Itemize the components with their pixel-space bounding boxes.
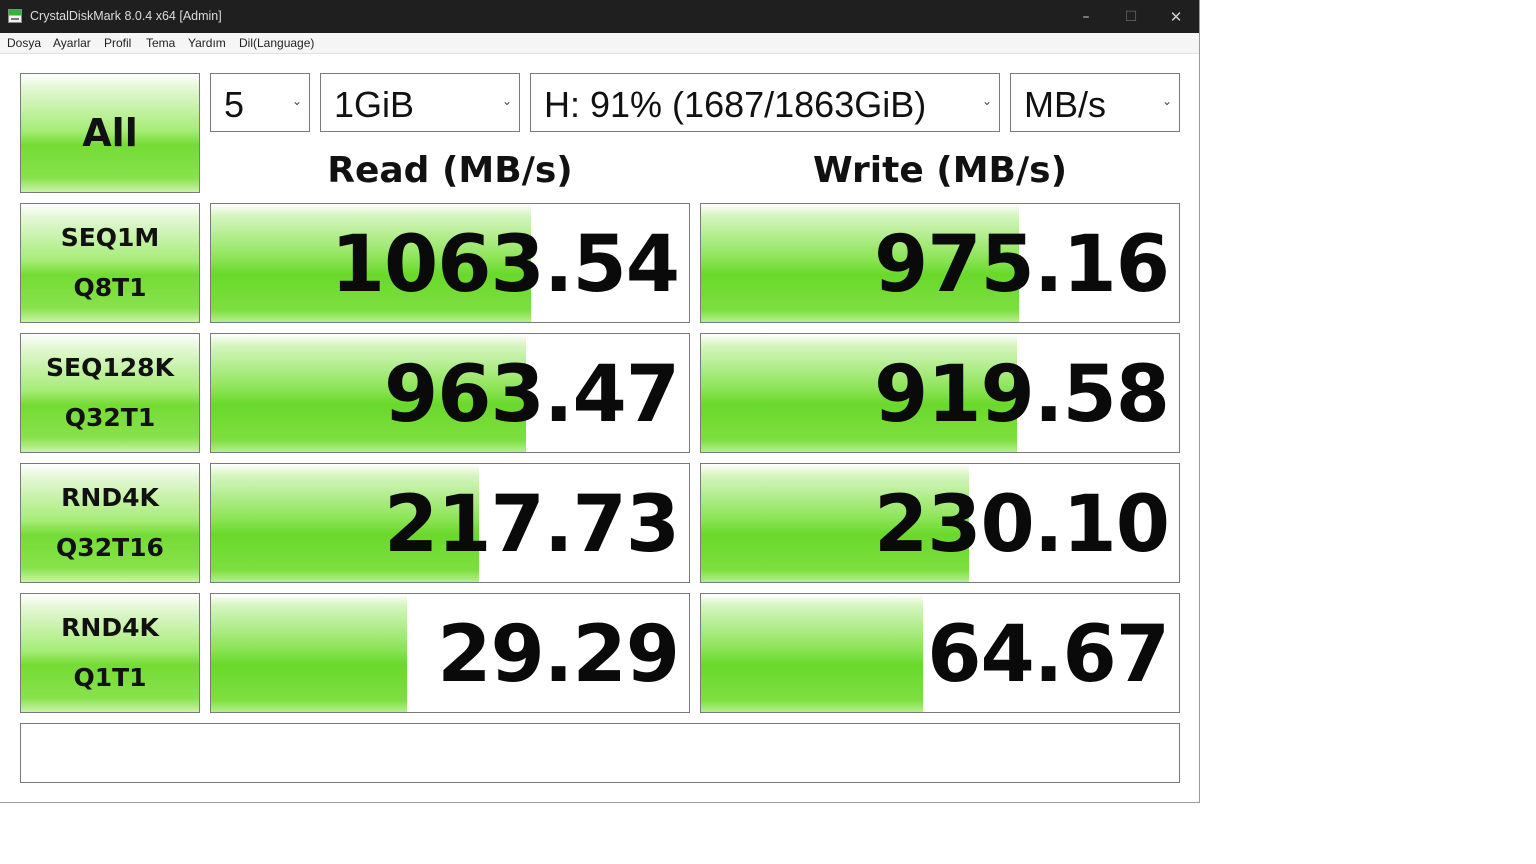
read-result-value: 1063.54: [330, 220, 680, 310]
unit-select[interactable]: MB/s ⌄: [1010, 73, 1180, 132]
test-button-rnd4k-q1t1[interactable]: RND4K Q1T1: [20, 593, 200, 713]
read-result-value: 29.29: [437, 610, 680, 700]
maximize-button[interactable]: ☐: [1108, 0, 1154, 33]
write-result-value: 64.67: [927, 610, 1170, 700]
read-result-cell: 1063.54: [210, 203, 690, 323]
title-bar[interactable]: CrystalDiskMark 8.0.4 x64 [Admin] – ☐ ✕: [0, 0, 1199, 33]
all-button[interactable]: All: [20, 73, 200, 193]
write-result-value: 230.10: [874, 480, 1170, 570]
test-params: Q32T1: [64, 403, 156, 432]
unit-value: MB/s: [1024, 84, 1107, 125]
write-result-cell: 975.16: [700, 203, 1180, 323]
test-params: Q32T16: [56, 533, 164, 562]
test-name: SEQ128K: [46, 353, 174, 382]
menu-bar: Dosya Ayarlar Profil Tema Yardım Dil(Lan…: [0, 33, 1199, 54]
test-name: RND4K: [61, 613, 159, 642]
window-title: CrystalDiskMark 8.0.4 x64 [Admin]: [30, 9, 222, 23]
menu-ayarlar[interactable]: Ayarlar: [53, 36, 91, 50]
write-result-cell: 64.67: [700, 593, 1180, 713]
test-size-value: 1GiB: [334, 84, 415, 125]
comment-field[interactable]: [20, 723, 1180, 783]
read-result-cell: 217.73: [210, 463, 690, 583]
minimize-button[interactable]: –: [1063, 0, 1109, 33]
test-button-rnd4k-q32t16[interactable]: RND4K Q32T16: [20, 463, 200, 583]
write-header: Write (MB/s): [812, 150, 1068, 191]
read-header: Read (MB/s): [327, 150, 573, 191]
read-result-value: 217.73: [384, 480, 680, 570]
test-name: RND4K: [61, 483, 159, 512]
chevron-down-icon: ⌄: [1161, 94, 1172, 108]
close-button[interactable]: ✕: [1153, 0, 1199, 33]
test-count-select[interactable]: 5 ⌄: [210, 73, 310, 132]
menu-tema[interactable]: Tema: [146, 36, 175, 50]
chevron-down-icon: ⌄: [501, 94, 512, 108]
menu-yardim[interactable]: Yardım: [188, 36, 226, 50]
app-icon: [8, 9, 22, 23]
write-result-cell: 919.58: [700, 333, 1180, 453]
app-window: CrystalDiskMark 8.0.4 x64 [Admin] – ☐ ✕ …: [0, 0, 1200, 803]
test-params: Q1T1: [73, 663, 147, 692]
read-result-cell: 29.29: [210, 593, 690, 713]
read-result-bar: [211, 594, 407, 712]
test-name: SEQ1M: [60, 223, 160, 252]
menu-dosya[interactable]: Dosya: [7, 36, 41, 50]
test-params: Q8T1: [73, 273, 147, 302]
menu-language[interactable]: Dil(Language): [239, 36, 314, 50]
write-result-value: 919.58: [874, 350, 1170, 440]
write-result-cell: 230.10: [700, 463, 1180, 583]
read-result-value: 963.47: [384, 350, 680, 440]
test-button-seq128k-q32t1[interactable]: SEQ128K Q32T1: [20, 333, 200, 453]
all-button-label: All: [82, 111, 138, 155]
write-result-bar: [701, 594, 924, 712]
chevron-down-icon: ⌄: [981, 94, 992, 108]
drive-select[interactable]: H: 91% (1687/1863GiB) ⌄: [530, 73, 1000, 132]
menu-profil[interactable]: Profil: [104, 36, 131, 50]
test-size-select[interactable]: 1GiB ⌄: [320, 73, 520, 132]
read-result-cell: 963.47: [210, 333, 690, 453]
test-button-seq1m-q8t1[interactable]: SEQ1M Q8T1: [20, 203, 200, 323]
write-result-value: 975.16: [874, 220, 1170, 310]
drive-value: H: 91% (1687/1863GiB): [544, 84, 927, 125]
chevron-down-icon: ⌄: [291, 94, 302, 108]
test-count-value: 5: [224, 84, 245, 125]
